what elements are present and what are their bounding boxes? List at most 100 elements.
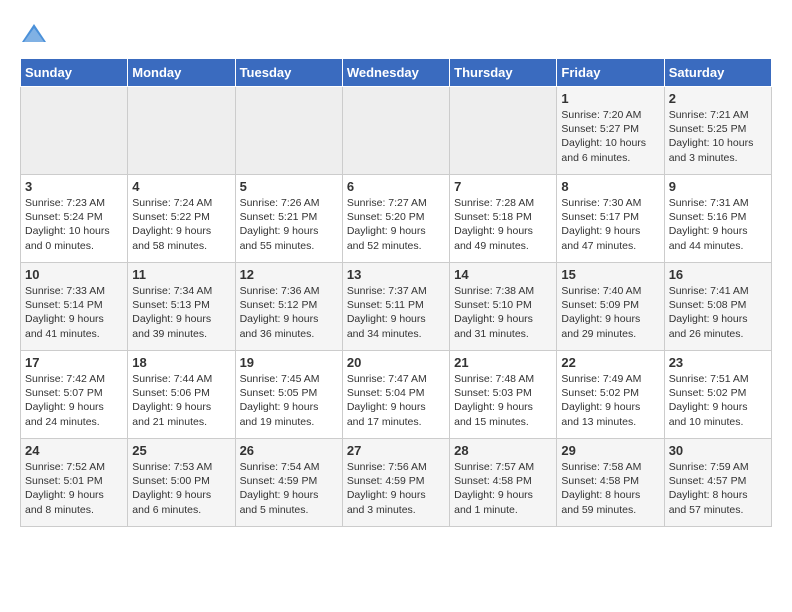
- day-number: 22: [561, 355, 659, 370]
- day-info: Daylight: 8 hours and 59 minutes.: [561, 488, 659, 516]
- day-info: Daylight: 9 hours and 13 minutes.: [561, 400, 659, 428]
- calendar-cell: 19Sunrise: 7:45 AMSunset: 5:05 PMDayligh…: [235, 351, 342, 439]
- calendar-cell: 18Sunrise: 7:44 AMSunset: 5:06 PMDayligh…: [128, 351, 235, 439]
- day-number: 4: [132, 179, 230, 194]
- day-info: Sunrise: 7:33 AM: [25, 284, 123, 298]
- day-info: Sunset: 5:13 PM: [132, 298, 230, 312]
- day-info: Daylight: 9 hours and 17 minutes.: [347, 400, 445, 428]
- weekday-header: Wednesday: [342, 59, 449, 87]
- day-number: 1: [561, 91, 659, 106]
- day-info: Sunset: 4:58 PM: [454, 474, 552, 488]
- calendar-cell: 16Sunrise: 7:41 AMSunset: 5:08 PMDayligh…: [664, 263, 771, 351]
- day-number: 30: [669, 443, 767, 458]
- day-info: Sunrise: 7:36 AM: [240, 284, 338, 298]
- calendar-cell: 17Sunrise: 7:42 AMSunset: 5:07 PMDayligh…: [21, 351, 128, 439]
- day-number: 25: [132, 443, 230, 458]
- calendar-cell: [21, 87, 128, 175]
- day-info: Sunset: 5:04 PM: [347, 386, 445, 400]
- day-info: Sunrise: 7:31 AM: [669, 196, 767, 210]
- calendar-cell: 24Sunrise: 7:52 AMSunset: 5:01 PMDayligh…: [21, 439, 128, 527]
- day-info: Sunset: 5:03 PM: [454, 386, 552, 400]
- calendar-cell: 3Sunrise: 7:23 AMSunset: 5:24 PMDaylight…: [21, 175, 128, 263]
- day-number: 17: [25, 355, 123, 370]
- logo: [20, 20, 52, 48]
- day-info: Sunset: 5:09 PM: [561, 298, 659, 312]
- calendar-cell: 14Sunrise: 7:38 AMSunset: 5:10 PMDayligh…: [450, 263, 557, 351]
- day-info: Daylight: 9 hours and 19 minutes.: [240, 400, 338, 428]
- day-number: 24: [25, 443, 123, 458]
- day-number: 15: [561, 267, 659, 282]
- day-number: 26: [240, 443, 338, 458]
- day-info: Sunrise: 7:45 AM: [240, 372, 338, 386]
- calendar-cell: 20Sunrise: 7:47 AMSunset: 5:04 PMDayligh…: [342, 351, 449, 439]
- day-number: 20: [347, 355, 445, 370]
- day-info: Sunrise: 7:58 AM: [561, 460, 659, 474]
- weekday-header: Tuesday: [235, 59, 342, 87]
- day-number: 18: [132, 355, 230, 370]
- day-info: Daylight: 9 hours and 47 minutes.: [561, 224, 659, 252]
- day-info: Daylight: 9 hours and 6 minutes.: [132, 488, 230, 516]
- page-header: [20, 20, 772, 48]
- calendar-cell: 21Sunrise: 7:48 AMSunset: 5:03 PMDayligh…: [450, 351, 557, 439]
- day-info: Daylight: 8 hours and 57 minutes.: [669, 488, 767, 516]
- day-number: 5: [240, 179, 338, 194]
- calendar-cell: 15 Sunrise: 7:40 AMSunset: 5:09 PMDayligh…: [557, 263, 664, 351]
- day-number: 3: [25, 179, 123, 194]
- day-info: Sunset: 5:08 PM: [669, 298, 767, 312]
- day-info: Sunrise: 7:42 AM: [25, 372, 123, 386]
- day-info: Sunrise: 7:44 AM: [132, 372, 230, 386]
- day-info: Sunset: 5:27 PM: [561, 122, 659, 136]
- day-info: Sunrise: 7:57 AM: [454, 460, 552, 474]
- day-info: Daylight: 9 hours and 39 minutes.: [132, 312, 230, 340]
- logo-icon: [20, 20, 48, 48]
- day-info: Sunrise: 7:37 AM: [347, 284, 445, 298]
- calendar-week-row: 3Sunrise: 7:23 AMSunset: 5:24 PMDaylight…: [21, 175, 772, 263]
- day-info: Sunrise: 7:52 AM: [25, 460, 123, 474]
- day-info: Daylight: 9 hours and 10 minutes.: [669, 400, 767, 428]
- day-info: Sunrise: 7:28 AM: [454, 196, 552, 210]
- calendar-cell: 22Sunrise: 7:49 AMSunset: 5:02 PMDayligh…: [557, 351, 664, 439]
- day-info: Sunrise: 7:41 AM: [669, 284, 767, 298]
- day-info: Sunrise: 7:21 AM: [669, 108, 767, 122]
- day-info: Sunrise: 7:59 AM: [669, 460, 767, 474]
- calendar-cell: 2Sunrise: 7:21 AMSunset: 5:25 PMDaylight…: [664, 87, 771, 175]
- day-info: Sunset: 4:58 PM: [561, 474, 659, 488]
- day-info: Sunrise: 7:48 AM: [454, 372, 552, 386]
- header-row: SundayMondayTuesdayWednesdayThursdayFrid…: [21, 59, 772, 87]
- day-info: Sunset: 5:24 PM: [25, 210, 123, 224]
- calendar-body: 1Sunrise: 7:20 AMSunset: 5:27 PMDaylight…: [21, 87, 772, 527]
- calendar-cell: [235, 87, 342, 175]
- day-info: Daylight: 9 hours and 52 minutes.: [347, 224, 445, 252]
- calendar-week-row: 1Sunrise: 7:20 AMSunset: 5:27 PMDaylight…: [21, 87, 772, 175]
- day-info: Daylight: 9 hours and 3 minutes.: [347, 488, 445, 516]
- day-info: Daylight: 9 hours and 34 minutes.: [347, 312, 445, 340]
- day-number: 21: [454, 355, 552, 370]
- calendar-cell: 5Sunrise: 7:26 AMSunset: 5:21 PMDaylight…: [235, 175, 342, 263]
- day-number: 12: [240, 267, 338, 282]
- day-info: Sunset: 5:18 PM: [454, 210, 552, 224]
- calendar-cell: 26Sunrise: 7:54 AMSunset: 4:59 PMDayligh…: [235, 439, 342, 527]
- day-info: Daylight: 9 hours and 29 minutes.: [561, 312, 659, 340]
- calendar-table: SundayMondayTuesdayWednesdayThursdayFrid…: [20, 58, 772, 527]
- day-info: Daylight: 9 hours and 26 minutes.: [669, 312, 767, 340]
- day-info: Sunrise: 7:34 AM: [132, 284, 230, 298]
- calendar-cell: 9Sunrise: 7:31 AMSunset: 5:16 PMDaylight…: [664, 175, 771, 263]
- day-info: Sunset: 5:22 PM: [132, 210, 230, 224]
- day-info: Daylight: 9 hours and 31 minutes.: [454, 312, 552, 340]
- weekday-header: Thursday: [450, 59, 557, 87]
- calendar-cell: 10Sunrise: 7:33 AMSunset: 5:14 PMDayligh…: [21, 263, 128, 351]
- day-info: Sunset: 5:10 PM: [454, 298, 552, 312]
- day-info: Daylight: 9 hours and 58 minutes.: [132, 224, 230, 252]
- day-info: Daylight: 9 hours and 1 minute.: [454, 488, 552, 516]
- day-info: Daylight: 9 hours and 8 minutes.: [25, 488, 123, 516]
- day-info: Daylight: 9 hours and 55 minutes.: [240, 224, 338, 252]
- day-number: 14: [454, 267, 552, 282]
- day-info: Sunrise: 7:40 AM: [561, 284, 659, 298]
- day-info: Sunset: 5:02 PM: [669, 386, 767, 400]
- day-info: Sunrise: 7:26 AM: [240, 196, 338, 210]
- weekday-header: Saturday: [664, 59, 771, 87]
- day-info: Sunset: 5:17 PM: [561, 210, 659, 224]
- day-info: Daylight: 9 hours and 41 minutes.: [25, 312, 123, 340]
- calendar-week-row: 24Sunrise: 7:52 AMSunset: 5:01 PMDayligh…: [21, 439, 772, 527]
- calendar-cell: 27Sunrise: 7:56 AMSunset: 4:59 PMDayligh…: [342, 439, 449, 527]
